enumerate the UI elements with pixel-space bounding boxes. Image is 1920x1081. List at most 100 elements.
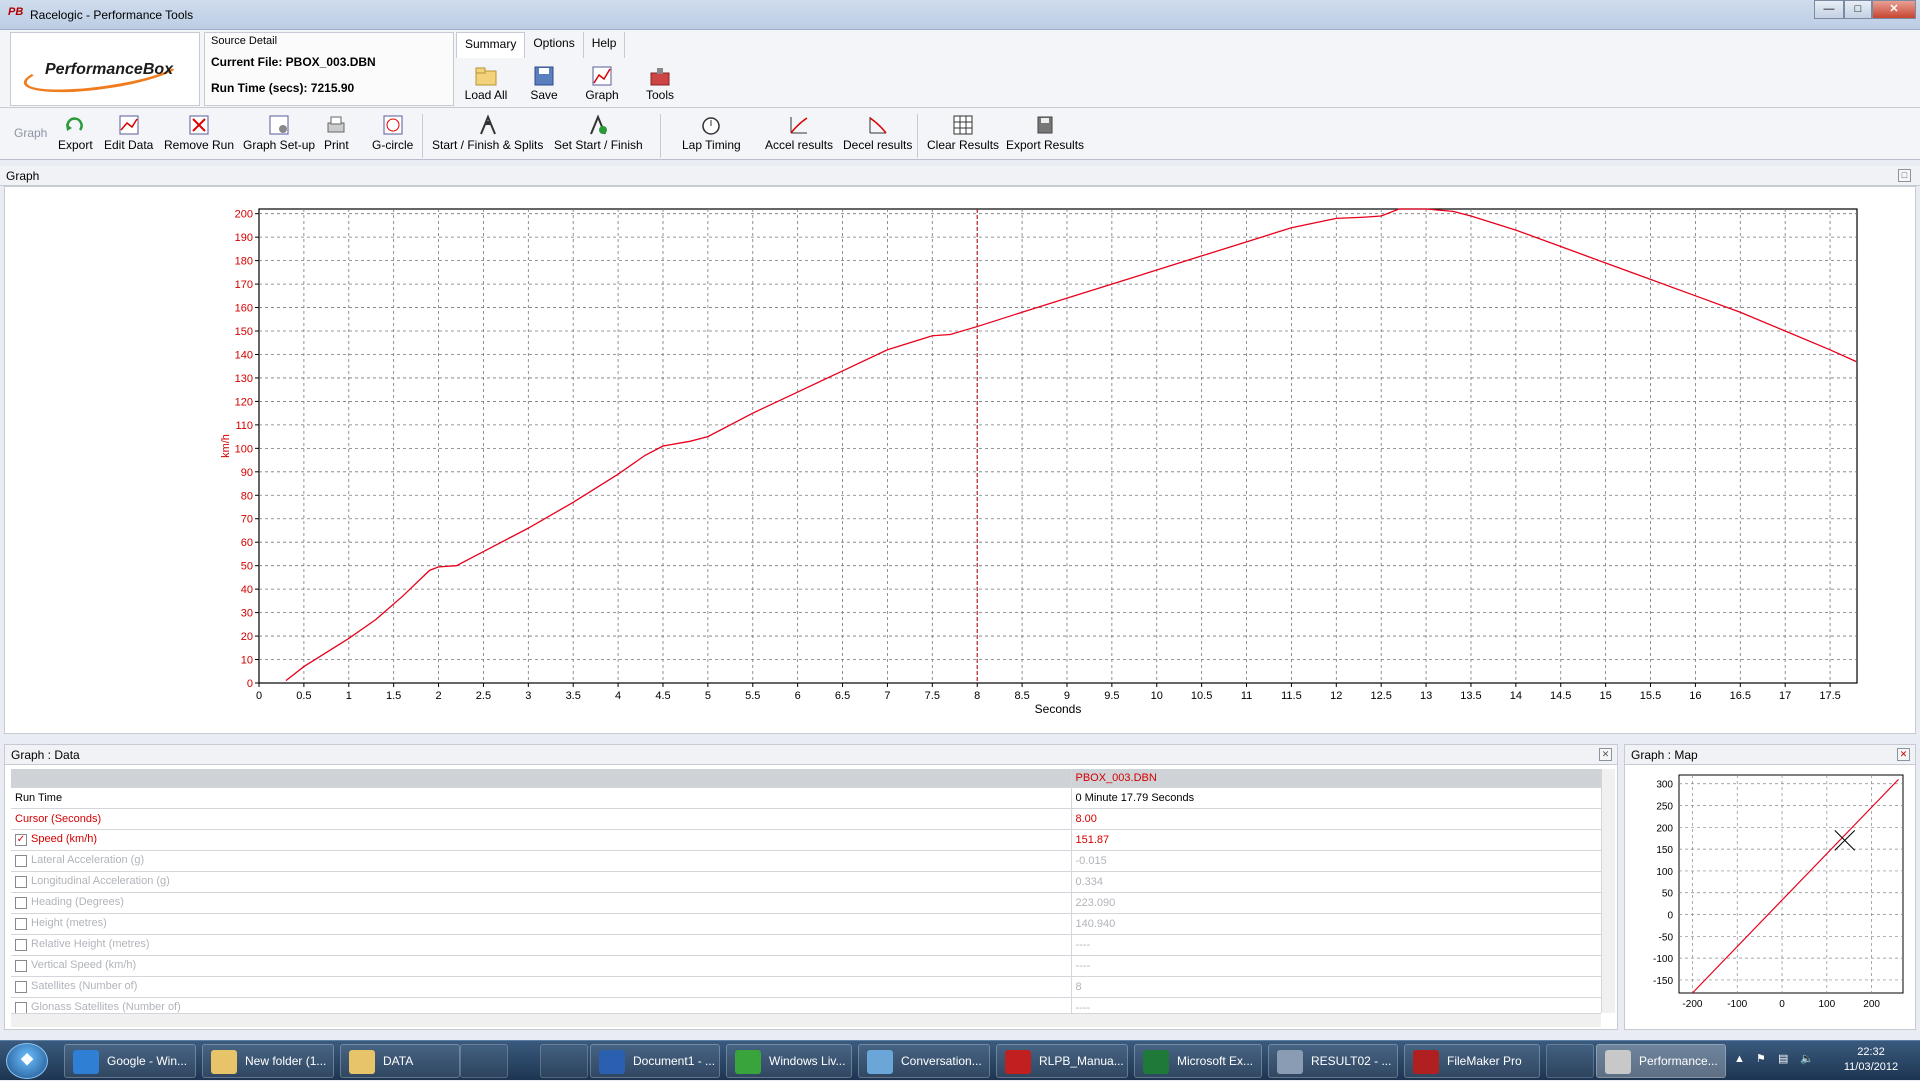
row-label-cell: Longitudinal Acceleration (g) [11,871,1072,893]
map-panel-title: Graph : Map [1631,748,1698,762]
row-checkbox[interactable] [15,959,27,972]
x-tick-label: 1.5 [386,690,401,702]
graph-panel-close-icon[interactable]: □ [1898,169,1911,182]
row-label-cell: ✓ Speed (km/h) [11,829,1072,851]
quick-tools: Load All Save Graph Tools [460,62,686,106]
menu-help[interactable]: Help [584,32,626,58]
source-detail: Source Detail Current File: PBOX_003.DBN… [204,32,454,106]
media-center-icon[interactable] [540,1044,588,1078]
map-y-tick-label: -100 [1653,954,1673,965]
y-tick-label: 110 [235,420,253,432]
row-checkbox[interactable] [15,896,27,909]
taskbar-app-icon [1605,1050,1631,1074]
y-tick-label: 100 [235,443,253,455]
taskbar: ❖ Google - Win... New folder (1... DATA Doc… [0,1040,1920,1080]
map-y-tick-label: 0 [1667,911,1673,922]
row-checkbox[interactable] [15,875,27,888]
horizontal-scrollbar[interactable] [11,1013,1601,1027]
row-value: -0.015 [1071,850,1601,872]
x-tick-label: 16 [1689,690,1701,702]
row-checkbox[interactable] [15,917,27,930]
lap-timing-button[interactable]: Lap Timing [682,112,741,152]
taskbar-item[interactable]: Windows Liv... [726,1044,852,1078]
data-panel-close-icon[interactable]: ✕ [1599,748,1612,761]
clock-date: 11/03/2012 [1843,1061,1899,1073]
minimize-button[interactable]: — [1814,0,1844,19]
row-checkbox[interactable] [15,980,27,993]
x-tick-label: 12.5 [1370,690,1391,702]
taskbar-item[interactable]: New folder (1... [202,1044,334,1078]
tools-label: Tools [645,88,674,102]
row-checkbox[interactable] [15,1001,27,1014]
start-button[interactable]: ❖ [6,1043,48,1079]
data-panel-title: Graph : Data [11,748,80,762]
window-title: Racelogic - Performance Tools [30,8,194,22]
row-checkbox[interactable] [15,854,27,867]
tools-button[interactable]: Tools [634,62,686,106]
set-start-finish-button[interactable]: Set Start / Finish [554,112,643,152]
export-button[interactable]: Export [58,112,93,152]
row-value: 0 Minute 17.79 Seconds [1071,787,1601,809]
table-row: Cursor (Seconds) 8.00 [11,808,1601,830]
speed-chart[interactable]: 0 0.5 1 1.5 2 2.5 3 3.5 4 4.5 5 5.5 6 6.5 7 7.5 8 8.5 9 9.5… [5,187,1915,733]
taskbar-item[interactable]: Microsoft Ex... [1134,1044,1262,1078]
row-label-cell: Satellites (Number of) [11,976,1072,998]
network-icon[interactable]: ▤ [1778,1052,1788,1065]
row-label-cell: Relative Height (metres) [11,934,1072,956]
g-circle-icon [383,115,403,135]
start-finish-splits-button[interactable]: Start / Finish & Splits [432,112,543,152]
graph-area[interactable]: 0 0.5 1 1.5 2 2.5 3 3.5 4 4.5 5 5.5 6 6.5 7 7.5 8 8.5 9 9.5… [4,186,1916,734]
taskbar-item[interactable]: Performance... [1596,1044,1726,1078]
x-tick-label: 2.5 [476,690,491,702]
volume-icon[interactable]: 🔈 [1800,1052,1814,1065]
graph-setup-button[interactable]: Graph Set-up [243,112,315,152]
data-table: PBOX_003.DBN Run Time 0 Minute 17.79 Seco… [11,769,1601,1019]
map-y-tick-label: 250 [1656,802,1673,813]
row-checkbox[interactable] [15,938,27,951]
taskbar-item[interactable]: Conversation... [858,1044,990,1078]
graph-button[interactable]: Graph [576,62,628,106]
taskbar-item[interactable]: RLPB_Manua... [996,1044,1128,1078]
accel-results-button[interactable]: Accel results [765,112,833,152]
calculator-icon[interactable] [1546,1044,1594,1078]
show-hidden-icon[interactable]: ▲ [1734,1053,1745,1065]
accel-icon [790,117,808,134]
flag-icon[interactable]: ⚑ [1756,1052,1766,1065]
export-results-button[interactable]: Export Results [1006,112,1084,152]
menu-summary[interactable]: Summary [456,32,526,58]
vertical-scrollbar[interactable] [1601,769,1615,1013]
row-checkbox[interactable]: ✓ [15,833,27,846]
row-label-cell: Heading (Degrees) [11,892,1072,914]
row-label: Cursor (Seconds) [15,812,102,825]
maximize-button[interactable]: □ [1844,0,1872,19]
remove-run-button[interactable]: Remove Run [164,112,234,152]
taskbar-item[interactable]: Document1 - ... [590,1044,720,1078]
clear-results-button[interactable]: Clear Results [927,112,999,152]
x-tick-label: 3 [525,690,531,702]
x-tick-label: 10.5 [1191,690,1212,702]
remove-run-label: Remove Run [164,138,235,152]
data-panel-header: Graph : Data ✕ [5,745,1617,765]
load-all-button[interactable]: Load All [460,62,512,106]
menu-options[interactable]: Options [525,32,584,58]
taskbar-item[interactable]: DATA [340,1044,460,1078]
taskbar-app-icon [349,1050,375,1074]
decel-results-button[interactable]: Decel results [843,112,912,152]
taskbar-item[interactable]: RESULT02 - ... [1268,1044,1398,1078]
tools-icon [650,68,670,86]
lap-timing-label: Lap Timing [682,138,741,152]
edit-data-button[interactable]: Edit Data [104,112,153,152]
taskbar-item[interactable]: FileMaker Pro [1404,1044,1540,1078]
print-button[interactable]: Print [324,112,349,152]
map-panel-close-icon[interactable]: ✕ [1897,748,1910,761]
media-player-icon[interactable] [460,1044,508,1078]
save-button[interactable]: Save [518,62,570,106]
close-button[interactable]: ✕ [1872,0,1916,19]
taskbar-item[interactable]: Google - Win... [64,1044,196,1078]
x-tick-label: 8.5 [1014,690,1029,702]
clock[interactable]: 22:32 11/03/2012 [1836,1045,1906,1075]
g-circle-button[interactable]: G-circle [372,112,413,152]
y-tick-label: 120 [235,396,253,408]
track-map[interactable]: 300 250 200 150 100 50 0 -50 -100 -150 -200 -100 0 10… [1625,767,1915,1031]
x-tick-label: 9 [1064,690,1070,702]
